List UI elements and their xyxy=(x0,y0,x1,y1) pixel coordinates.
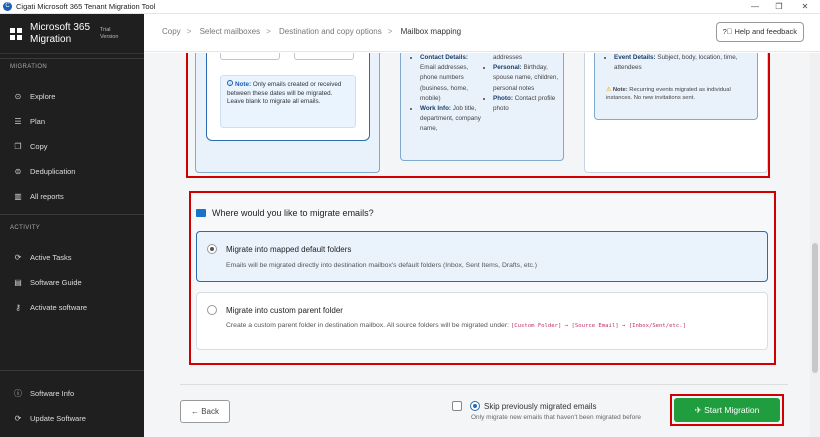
back-button[interactable]: ← Back xyxy=(180,400,230,423)
close-button[interactable]: ✕ xyxy=(792,0,818,14)
skip-radio[interactable] xyxy=(470,401,480,411)
sidebar-item-label: Explore xyxy=(30,91,56,101)
book-icon: ▤ xyxy=(14,277,22,287)
breadcrumb-copy[interactable]: Copy xyxy=(162,27,181,36)
help-button-label: Help and feedback xyxy=(734,27,797,36)
scrollbar-thumb[interactable] xyxy=(812,243,818,373)
sidebar-item-label: Deduplication xyxy=(30,166,76,176)
brand: Microsoft 365 Migration Trial Version xyxy=(0,14,144,54)
sidebar-item-label: Update Software xyxy=(30,413,86,423)
footer-divider xyxy=(180,384,788,385)
sidebar-item-label: Active Tasks xyxy=(30,252,72,262)
compass-icon: ⊙ xyxy=(14,91,22,101)
start-migration-button[interactable]: ✈ Start Migration xyxy=(674,398,780,422)
highlight-box-start: ✈ Start Migration xyxy=(670,394,784,426)
dedup-icon: ⊜ xyxy=(14,166,22,176)
highlight-box-top xyxy=(186,53,770,178)
migration-section-label: MIGRATION xyxy=(10,64,48,70)
top-bar: Copy > Select mailboxes > Destination and … xyxy=(144,14,820,52)
sidebar-item-label: Plan xyxy=(30,116,46,126)
info-icon: ⓘ xyxy=(14,388,22,398)
window-title: Cigati Microsoft 365 Tenant Migration To… xyxy=(16,2,156,11)
breadcrumb-mailbox-mapping: Mailbox mapping xyxy=(400,27,462,36)
highlight-box-destination xyxy=(189,191,776,365)
copy-icon: ❐ xyxy=(14,141,22,151)
skip-description: Only migrate new emails that haven't bee… xyxy=(471,414,641,421)
sidebar-item-plan[interactable]: ☰ Plan xyxy=(0,111,144,131)
refresh-icon: ⟳ xyxy=(14,252,22,262)
key-icon: ⚷ xyxy=(15,302,21,312)
update-icon: ⟳ xyxy=(14,413,22,423)
sidebar-item-all-reports[interactable]: ▥ All reports xyxy=(0,186,144,206)
brand-name-line1: Microsoft 365 xyxy=(30,21,91,33)
window-titlebar: C Cigati Microsoft 365 Tenant Migration … xyxy=(0,0,820,14)
sidebar-item-explore[interactable]: ⊙ Explore xyxy=(0,86,144,106)
bar-chart-icon: ▥ xyxy=(14,191,22,201)
sidebar-item-copy[interactable]: ❐ Copy xyxy=(0,136,144,156)
sidebar-item-activate-software[interactable]: ⚷ Activate software xyxy=(0,297,144,317)
skip-label: Skip previously migrated emails xyxy=(484,402,597,411)
breadcrumb: Copy > Select mailboxes > Destination and … xyxy=(162,27,462,36)
windows-logo-icon xyxy=(10,27,22,40)
sidebar-item-label: Software Info xyxy=(30,388,75,398)
activity-section-label: ACTIVITY xyxy=(10,225,41,231)
sidebar-item-software-info[interactable]: ⓘ Software Info xyxy=(0,383,144,403)
sidebar-item-label: Software Guide xyxy=(30,277,82,287)
rocket-icon: ✈ xyxy=(694,405,705,415)
trial-badge-line1: Trial xyxy=(100,26,111,33)
sidebar-item-deduplication[interactable]: ⊜ Deduplication xyxy=(0,161,144,181)
trial-badge-line2: Version xyxy=(100,33,119,40)
question-icon: ?⃝ xyxy=(722,27,735,36)
sidebar-item-update-software[interactable]: ⟳ Update Software xyxy=(0,408,144,428)
sidebar-item-software-guide[interactable]: ▤ Software Guide xyxy=(0,272,144,292)
sidebar-item-active-tasks[interactable]: ⟳ Active Tasks xyxy=(0,247,144,267)
brand-name-line2: Migration xyxy=(30,33,72,45)
sidebar-item-label: All reports xyxy=(30,191,64,201)
arrow-left-icon: ← xyxy=(190,407,202,416)
scrollbar[interactable] xyxy=(810,53,820,437)
sidebar: Microsoft 365 Migration Trial Version MI… xyxy=(0,14,144,437)
breadcrumb-select-mailboxes[interactable]: Select mailboxes xyxy=(200,27,260,36)
sidebar-item-label: Copy xyxy=(30,141,48,151)
breadcrumb-destination[interactable]: Destination and copy options xyxy=(279,27,382,36)
sidebar-item-label: Activate software xyxy=(30,302,88,312)
minimize-button[interactable]: — xyxy=(742,0,768,14)
list-icon: ☰ xyxy=(14,116,22,126)
help-feedback-button[interactable]: ?⃝ Help and feedback xyxy=(715,22,804,42)
restore-button[interactable]: ❐ xyxy=(766,0,792,14)
skip-checkbox[interactable] xyxy=(452,401,462,411)
app-icon: C xyxy=(3,2,12,11)
